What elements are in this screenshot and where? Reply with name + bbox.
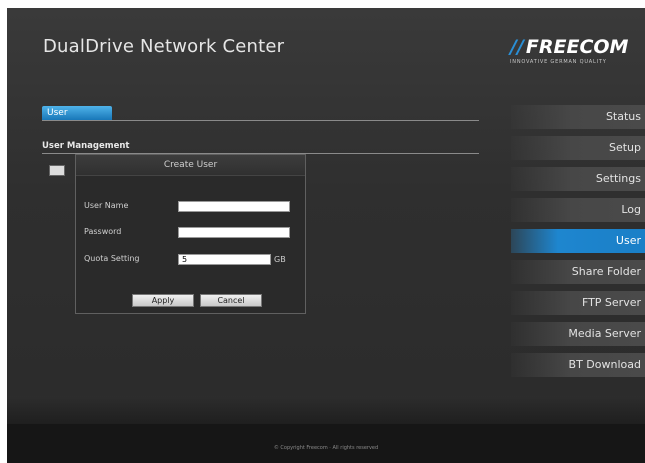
dialog-title: Create User bbox=[76, 155, 305, 176]
sidebar-item-status[interactable]: Status bbox=[511, 105, 645, 129]
footer-gradient bbox=[7, 396, 645, 424]
quota-label: Quota Setting bbox=[84, 254, 140, 263]
brand-tagline: INNOVATIVE GERMAN QUALITY bbox=[510, 59, 607, 65]
app-title: DualDrive Network Center bbox=[43, 36, 285, 57]
cancel-button[interactable]: Cancel bbox=[200, 294, 262, 307]
sidebar-item-bt-download[interactable]: BT Download bbox=[511, 353, 645, 377]
sidebar-nav: Status Setup Settings Log User Share Fol… bbox=[511, 105, 645, 384]
sidebar-item-media-server[interactable]: Media Server bbox=[511, 322, 645, 346]
brand-name: FREECOM bbox=[525, 36, 629, 58]
brand-wordmark: //FREECOM bbox=[510, 36, 628, 58]
sidebar-item-ftp-server[interactable]: FTP Server bbox=[511, 291, 645, 315]
user-name-input[interactable] bbox=[178, 201, 290, 212]
copyright-text: © Copyright Freecom · All rights reserve… bbox=[273, 445, 379, 451]
sidebar-item-log[interactable]: Log bbox=[511, 198, 645, 222]
sidebar-item-settings[interactable]: Settings bbox=[511, 167, 645, 191]
user-select-checkbox[interactable] bbox=[49, 165, 65, 176]
app-frame: DualDrive Network Center //FREECOM INNOV… bbox=[7, 8, 645, 463]
brand-logo: //FREECOM INNOVATIVE GERMAN QUALITY bbox=[510, 36, 628, 65]
create-user-dialog: Create User User Name Password Quota Set… bbox=[75, 154, 306, 314]
footer-bar bbox=[7, 424, 645, 463]
tab-user[interactable]: User bbox=[42, 106, 112, 120]
quota-unit: GB bbox=[274, 255, 286, 264]
brand-slashes: // bbox=[510, 36, 524, 58]
sidebar-item-setup[interactable]: Setup bbox=[511, 136, 645, 160]
apply-button[interactable]: Apply bbox=[132, 294, 194, 307]
sidebar-item-user[interactable]: User bbox=[511, 229, 645, 253]
user-name-label: User Name bbox=[84, 201, 129, 210]
quota-input[interactable] bbox=[178, 254, 271, 265]
password-input[interactable] bbox=[178, 227, 290, 238]
password-label: Password bbox=[84, 227, 122, 236]
tab-divider bbox=[42, 120, 479, 121]
sidebar-item-share-folder[interactable]: Share Folder bbox=[511, 260, 645, 284]
section-title: User Management bbox=[42, 141, 130, 151]
